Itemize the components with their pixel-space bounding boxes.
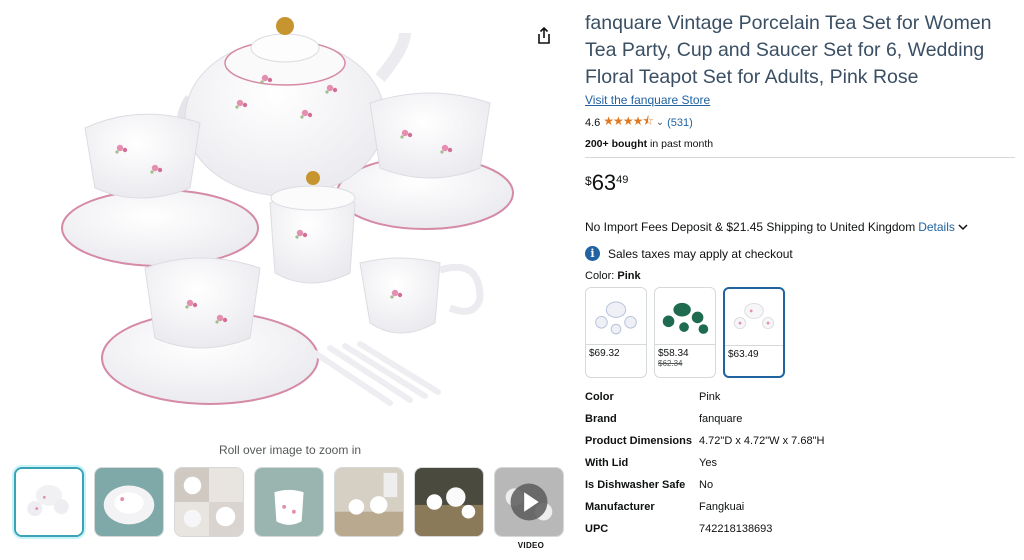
zoom-hint: Roll over image to zoom in: [218, 443, 362, 457]
shipping-info: No Import Fees Deposit & $21.45 Shipping…: [585, 220, 1015, 234]
rating-value: 4.6: [585, 116, 601, 129]
spec-key: With Lid: [585, 457, 629, 469]
spec-row: Color Pink: [585, 389, 1015, 405]
rating-row: 4.6 ★★★★⯪ ⌄ (531): [585, 112, 1015, 133]
spec-key: Manufacturer: [585, 501, 655, 513]
price: $ 63 49: [585, 170, 1015, 200]
share-icon[interactable]: [534, 26, 554, 46]
color-option-3[interactable]: $63.49: [723, 287, 785, 378]
main-product-image[interactable]: [60, 8, 530, 428]
color-selected-value: Pink: [617, 270, 641, 282]
color-swatches: $69.32 $58.34 $62.34 $63.49: [585, 287, 1015, 378]
spec-value: Pink: [699, 391, 721, 403]
spec-value: Yes: [699, 457, 717, 469]
spec-row: UPC 742218138693: [585, 521, 1015, 537]
product-details: fanquare Vintage Porcelain Tea Set for W…: [585, 10, 1015, 543]
spec-key: UPC: [585, 523, 609, 535]
shipping-text: No Import Fees Deposit & $21.45 Shipping…: [585, 220, 916, 234]
divider: [585, 157, 1015, 158]
spec-key: Is Dishwasher Safe: [585, 479, 686, 491]
thumbnail-strip: [14, 467, 564, 537]
chevron-down-icon[interactable]: [958, 220, 968, 234]
shipping-details-link[interactable]: Details: [918, 220, 955, 234]
spec-value: fanquare: [699, 413, 743, 425]
store-link[interactable]: Visit the fanquare Store: [585, 93, 710, 107]
spec-key: Color: [585, 391, 614, 403]
thumbnail-3[interactable]: [174, 467, 244, 537]
swatch-image: [655, 288, 715, 345]
bought-in-past-month: 200+ bought in past month: [585, 138, 1015, 150]
price-fraction: 49: [616, 174, 629, 186]
color-option-2[interactable]: $58.34 $62.34: [654, 287, 716, 378]
spec-value: No: [699, 479, 714, 491]
swatch-image: [586, 288, 646, 345]
thumbnail-5[interactable]: [334, 467, 404, 537]
tax-note: i Sales taxes may apply at checkout: [585, 246, 1015, 261]
spec-value: 4.72"D x 4.72"W x 7.68"H: [699, 435, 825, 447]
thumbnail-2[interactable]: [94, 467, 164, 537]
spec-row: With Lid Yes: [585, 455, 1015, 471]
thumbnail-6[interactable]: [414, 467, 484, 537]
swatch-old-price: $62.34: [658, 359, 683, 368]
swatch-price: $69.32: [589, 348, 620, 359]
color-option-1[interactable]: $69.32: [585, 287, 647, 378]
product-specs: Color Pink Brand fanquare Product Dimens…: [585, 389, 1015, 537]
spec-key: Product Dimensions: [585, 435, 692, 447]
thumbnail-4[interactable]: [254, 467, 324, 537]
spec-row: Is Dishwasher Safe No: [585, 477, 1015, 493]
spec-row: Product Dimensions 4.72"D x 4.72"W x 7.6…: [585, 433, 1015, 449]
swatch-price: $58.34: [658, 348, 689, 359]
bought-count: 200+ bought: [585, 138, 648, 150]
review-count-link[interactable]: (531): [667, 117, 693, 129]
info-icon: i: [585, 246, 600, 261]
video-label: VIDEO: [517, 541, 545, 550]
thumbnail-video[interactable]: [494, 467, 564, 537]
spec-row: Manufacturer Fangkuai: [585, 499, 1015, 515]
spec-key: Brand: [585, 413, 617, 425]
chevron-down-icon[interactable]: ⌄: [656, 117, 664, 128]
spec-row: Brand fanquare: [585, 411, 1015, 427]
spec-value: 742218138693: [699, 523, 773, 535]
price-whole: 63: [591, 170, 617, 195]
bought-period: in past month: [647, 138, 714, 150]
color-label: Color: Pink: [585, 270, 1015, 282]
spec-value: Fangkuai: [699, 501, 745, 513]
swatch-price: $63.49: [728, 349, 759, 360]
swatch-image: [725, 289, 783, 346]
tax-note-text: Sales taxes may apply at checkout: [608, 246, 793, 261]
product-title: fanquare Vintage Porcelain Tea Set for W…: [585, 12, 992, 88]
price-currency: $: [585, 174, 592, 188]
color-label-text: Color:: [585, 270, 615, 282]
thumbnail-1[interactable]: [14, 467, 84, 537]
star-rating-icon[interactable]: ★★★★⯪: [603, 112, 653, 133]
